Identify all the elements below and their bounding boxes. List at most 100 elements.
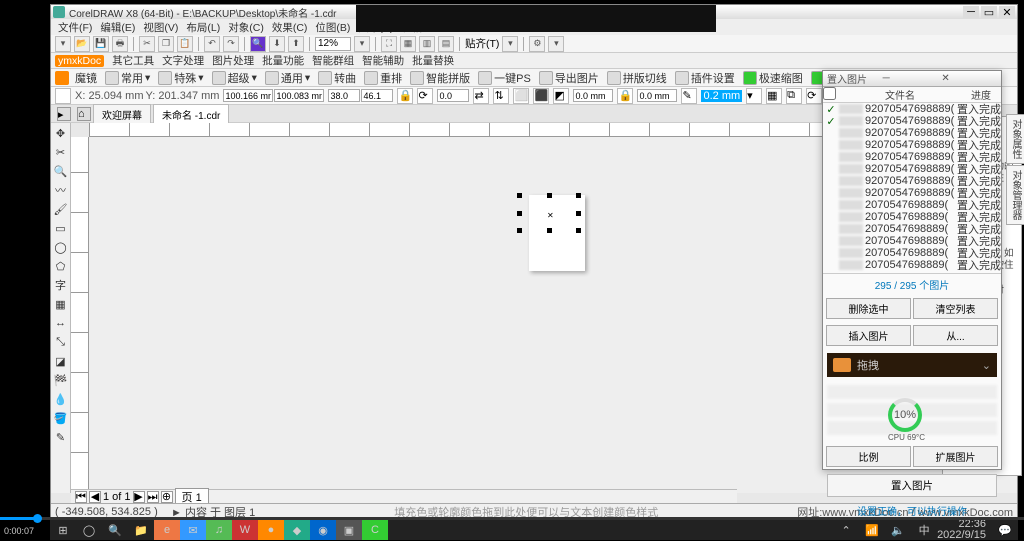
fullscreen-button[interactable]: ⛶ [381, 36, 397, 52]
corner3-button[interactable]: ◩ [553, 88, 569, 104]
undo-button[interactable]: ↶ [204, 36, 220, 52]
plugin-set-button[interactable]: 插件设置 [673, 70, 737, 86]
copy-button[interactable]: ❐ [158, 36, 174, 52]
task-cortana[interactable]: ◯ [76, 520, 102, 540]
rect-tool[interactable]: ▭ [53, 220, 69, 236]
paste-button[interactable]: 📋 [177, 36, 193, 52]
plugin-group[interactable]: 智能群组 [312, 53, 354, 68]
redo-button[interactable]: ↷ [223, 36, 239, 52]
scaley-input[interactable] [361, 89, 393, 102]
export-button[interactable]: ⬆ [288, 36, 304, 52]
mirror-v-button[interactable]: ⇅ [493, 88, 509, 104]
freehand-tool[interactable]: 〰 [53, 182, 69, 198]
cutline-button[interactable]: 拼版切线 [605, 70, 669, 86]
folder-drop[interactable]: 拖拽 ⌄ [827, 353, 997, 377]
angle-input[interactable] [437, 89, 469, 102]
export-img-button[interactable]: 导出图片 [537, 70, 601, 86]
task-folder[interactable]: 📁 [128, 520, 154, 540]
thumb-button[interactable]: 极速缩图 [741, 70, 805, 86]
menu-edit[interactable]: 编辑(E) [97, 20, 138, 35]
plugin-text[interactable]: 文字处理 [162, 53, 204, 68]
menu-file[interactable]: 文件(F) [55, 20, 95, 35]
tab-doc[interactable]: 未命名 -1.cdr [153, 104, 229, 124]
outline-tool[interactable]: ✎ [53, 429, 69, 445]
video-seekbar[interactable] [0, 517, 1024, 520]
dropshadow-tool[interactable]: ◪ [53, 353, 69, 369]
convert-button[interactable]: ⟳ [806, 88, 822, 104]
zoom-drop[interactable]: ▾ [354, 36, 370, 52]
plugin-image[interactable]: 图片处理 [212, 53, 254, 68]
menu-effect[interactable]: 效果(C) [269, 20, 311, 35]
outline-drop[interactable]: ▾ [746, 88, 762, 104]
fill-tool[interactable]: 🪣 [53, 410, 69, 426]
task-5[interactable]: ● [258, 520, 284, 540]
page-last[interactable]: ⏭ [147, 491, 159, 503]
scalex-input[interactable] [328, 89, 360, 102]
corner2-button[interactable]: ⬛ [533, 88, 549, 104]
selection-handles[interactable]: ✕ [519, 195, 579, 231]
ellipse-tool[interactable]: ◯ [53, 239, 69, 255]
height-input[interactable] [274, 89, 324, 102]
menu-object[interactable]: 对象(C) [225, 20, 267, 35]
home-icon[interactable]: ⌂ [77, 107, 91, 121]
taskbar-clock[interactable]: 22:362022/9/15 [937, 519, 992, 541]
snap-label[interactable]: 贴齐(T) [465, 36, 499, 51]
page-prev[interactable]: ◀ [89, 491, 101, 503]
plugin-assist[interactable]: 智能辅助 [362, 53, 404, 68]
grid-button[interactable]: ▦ [400, 36, 416, 52]
tray-vol-icon[interactable]: 🔈 [885, 520, 911, 540]
minimize-button[interactable]: ─ [963, 6, 979, 18]
outline-width[interactable]: 0.2 mm [701, 90, 742, 102]
dimension-tool[interactable]: ↔ [53, 315, 69, 331]
page-first[interactable]: ⏮ [75, 491, 87, 503]
cut-button[interactable]: ✂ [139, 36, 155, 52]
zhuanqu-button[interactable]: 转曲 [316, 70, 358, 86]
ruler-vertical[interactable] [71, 137, 89, 493]
chongpai-button[interactable]: 重排 [362, 70, 404, 86]
task-4[interactable]: W [232, 520, 258, 540]
ratio-button[interactable]: 比例 [826, 446, 911, 467]
eyedrop-tool[interactable]: 💧 [53, 391, 69, 407]
menu-bitmap[interactable]: 位图(B) [312, 20, 353, 35]
mojing-button[interactable]: 魔镜 [73, 70, 99, 86]
crop-tool[interactable]: ✂ [53, 144, 69, 160]
artistic-tool[interactable]: 🖌 [53, 201, 69, 217]
clear-list-button[interactable]: 清空列表 [913, 298, 998, 319]
zoom-input[interactable] [315, 37, 351, 51]
order-button[interactable]: ⧉ [786, 88, 802, 104]
delete-selected-button[interactable]: 删除选中 [826, 298, 911, 319]
task-2[interactable]: ✉ [180, 520, 206, 540]
tab-welcome[interactable]: 欢迎屏幕 [93, 104, 151, 124]
tongyong-button[interactable]: 通用▾ [263, 70, 312, 86]
pick-tool-icon[interactable]: ▸ [57, 107, 71, 121]
corner-tl[interactable] [573, 89, 613, 102]
place-button[interactable]: 置入图片 [827, 474, 997, 497]
insert-image-button[interactable]: 插入图片 [826, 325, 911, 346]
select-all-checkbox[interactable] [823, 87, 836, 100]
page-next[interactable]: ▶ [133, 491, 145, 503]
teshu-button[interactable]: 特殊▾ [156, 70, 205, 86]
start-button[interactable]: ⊞ [50, 520, 76, 540]
options-drop[interactable]: ▾ [548, 36, 564, 52]
corner-tr[interactable] [637, 89, 677, 102]
chaoji-button[interactable]: 超级▾ [210, 70, 259, 86]
guides-button[interactable]: ▥ [419, 36, 435, 52]
options-button[interactable]: ⚙ [529, 36, 545, 52]
print-button[interactable]: 🖶 [112, 36, 128, 52]
polygon-tool[interactable]: ⬠ [53, 258, 69, 274]
open-button[interactable]: 📂 [74, 36, 90, 52]
changyong-button[interactable]: 常用▾ [103, 70, 152, 86]
task-1[interactable]: e [154, 520, 180, 540]
menu-layout[interactable]: 布局(L) [183, 20, 223, 35]
task-8[interactable]: ▣ [336, 520, 362, 540]
zoom-tool[interactable]: 🔍 [53, 163, 69, 179]
table-tool[interactable]: ▦ [53, 296, 69, 312]
pinban-button[interactable]: 智能拼版 [408, 70, 472, 86]
wrap-button[interactable]: ▦ [766, 88, 782, 104]
menu-view[interactable]: 视图(V) [140, 20, 181, 35]
corner-lock[interactable]: 🔒 [617, 88, 633, 104]
page-add[interactable]: ⊕ [161, 491, 173, 503]
tray-up-icon[interactable]: ⌃ [833, 520, 859, 540]
connector-tool[interactable]: ⤡ [53, 334, 69, 350]
docker-tab-1[interactable]: 对象属性 [1006, 114, 1024, 164]
